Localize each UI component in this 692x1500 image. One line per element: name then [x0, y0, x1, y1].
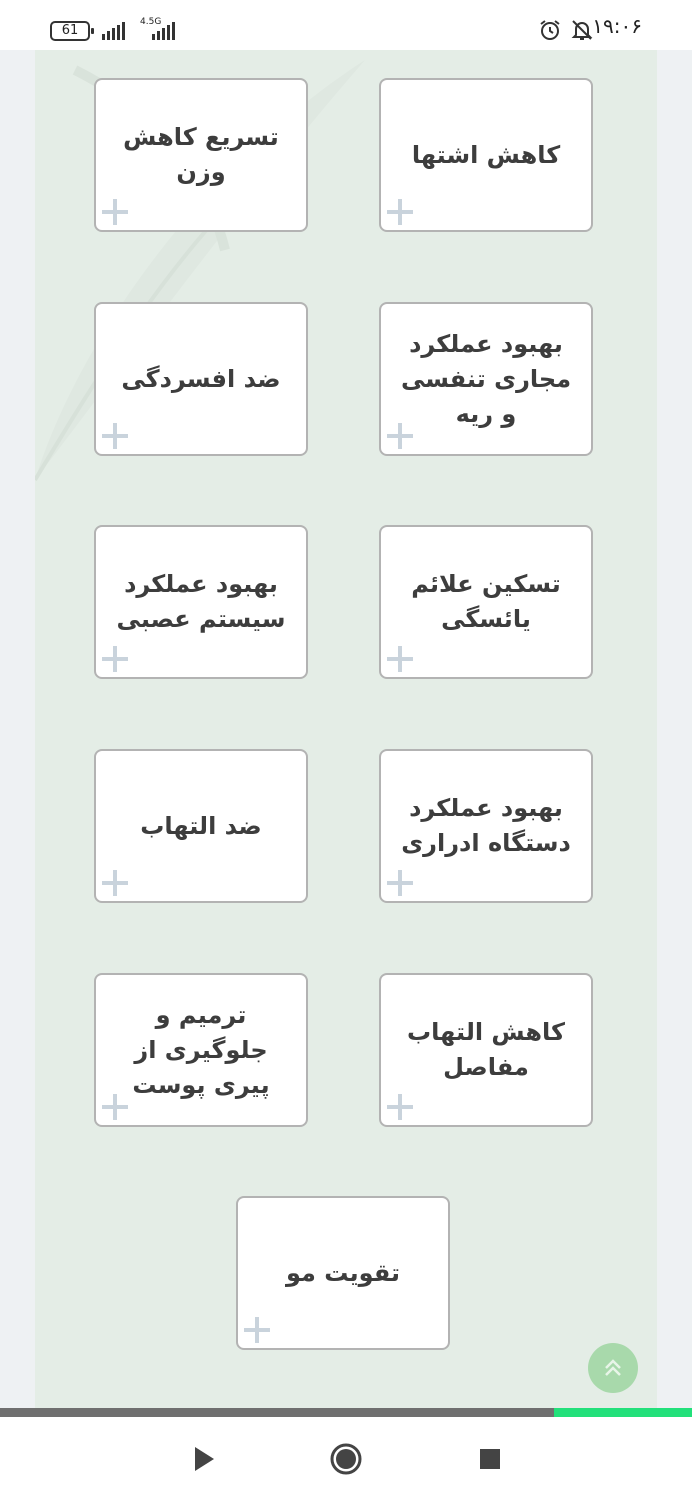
card-label: بهبود عملکرد دستگاه ادراری — [401, 794, 571, 857]
back-icon — [195, 1447, 214, 1471]
progress-fill — [553, 1408, 692, 1417]
alarm-icon — [540, 20, 560, 40]
card-label: بهبود عملکرد مجاری تنفسی و ریه — [400, 329, 572, 428]
plus-icon[interactable] — [387, 199, 413, 225]
plus-icon[interactable] — [102, 423, 128, 449]
status-bar: 61 4.5G ۱۹:۰۶ — [0, 0, 692, 50]
category-card[interactable]: بهبود عملکرد سیستم عصبی — [94, 525, 308, 679]
home-icon — [330, 1443, 362, 1475]
category-card[interactable]: کاهش اشتها — [379, 78, 593, 232]
category-card[interactable]: بهبود عملکرد مجاری تنفسی و ریه — [379, 302, 593, 456]
card-label: تقویت مو — [285, 1258, 400, 1287]
card-label: تسریع کاهش وزن — [123, 123, 279, 186]
battery-indicator: 61 — [50, 21, 94, 41]
plus-icon[interactable] — [102, 870, 128, 896]
recents-icon — [480, 1449, 500, 1469]
recents-button[interactable] — [470, 1439, 510, 1479]
plus-icon[interactable] — [102, 646, 128, 672]
plus-icon[interactable] — [387, 423, 413, 449]
card-label: کاهش اشتها — [411, 140, 561, 169]
category-card[interactable]: تسکین علائم یائسگی — [379, 525, 593, 679]
card-label: ضد التهاب — [140, 811, 262, 840]
back-button[interactable] — [184, 1439, 224, 1479]
plus-icon[interactable] — [387, 646, 413, 672]
card-label: بهبود عملکرد سیستم عصبی — [116, 570, 286, 633]
home-button[interactable] — [326, 1439, 366, 1479]
double-chevron-up-icon — [605, 1359, 621, 1376]
category-card[interactable]: تقویت مو — [236, 1196, 450, 1350]
card-label: ضد افسردگی — [121, 364, 281, 393]
scroll-top-button[interactable] — [588, 1343, 638, 1393]
plus-icon[interactable] — [387, 1094, 413, 1120]
card-label: ترمیم و جلوگیری از پیری پوست — [132, 1000, 270, 1099]
progress-bar — [0, 1408, 692, 1417]
plus-icon[interactable] — [387, 870, 413, 896]
signal-icon — [152, 22, 175, 40]
navigation-bar — [0, 1417, 692, 1500]
plus-icon[interactable] — [244, 1317, 270, 1343]
plus-icon[interactable] — [102, 1094, 128, 1120]
content-panel: کاهش اشتها تسریع کاهش وزن بهبود عملکرد م… — [35, 50, 657, 1408]
clock: ۱۹:۰۶ — [592, 14, 642, 38]
category-card[interactable]: بهبود عملکرد دستگاه ادراری — [379, 749, 593, 903]
signal-icon — [102, 22, 125, 40]
category-card[interactable]: تسریع کاهش وزن — [94, 78, 308, 232]
category-card[interactable]: ضد افسردگی — [94, 302, 308, 456]
category-card[interactable]: ضد التهاب — [94, 749, 308, 903]
notifications-off-icon — [571, 20, 593, 40]
category-card[interactable]: ترمیم و جلوگیری از پیری پوست — [94, 973, 308, 1127]
card-label: تسکین علائم یائسگی — [411, 570, 561, 633]
card-label: کاهش التهاب مفاصل — [407, 1018, 565, 1081]
category-card[interactable]: کاهش التهاب مفاصل — [379, 973, 593, 1127]
plus-icon[interactable] — [102, 199, 128, 225]
